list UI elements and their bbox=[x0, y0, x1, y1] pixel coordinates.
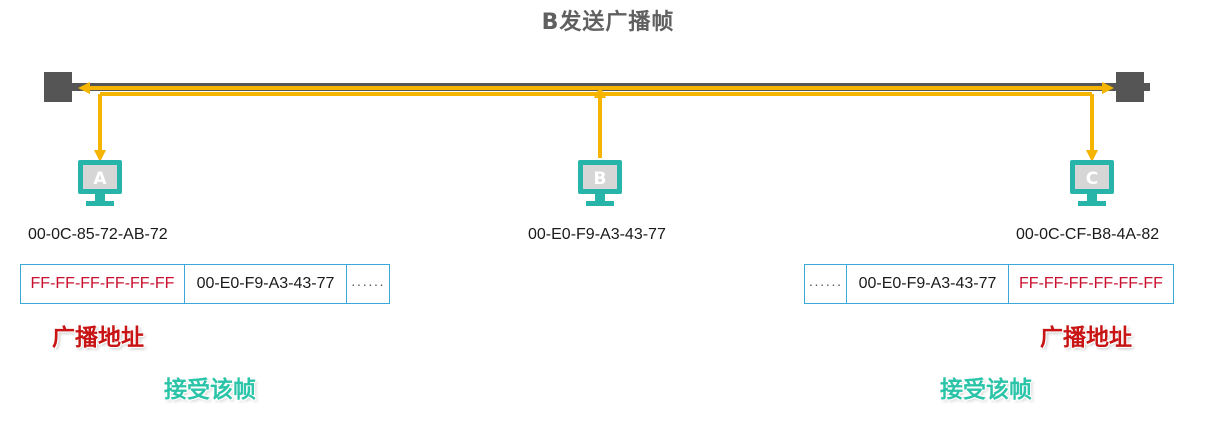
frame-a-src-address: 00-E0-F9-A3-43-77 bbox=[185, 265, 347, 303]
frame-c-src-address: 00-E0-F9-A3-43-77 bbox=[847, 265, 1009, 303]
frame-at-host-a: FF-FF-FF-FF-FF-FF 00-E0-F9-A3-43-77 ····… bbox=[20, 264, 390, 304]
host-b-letter: B bbox=[594, 169, 607, 189]
terminator-left bbox=[44, 72, 72, 102]
frame-at-host-c: ······ 00-E0-F9-A3-43-77 FF-FF-FF-FF-FF-… bbox=[804, 264, 1174, 304]
host-c-mac: 00-0C-CF-B8-4A-82 bbox=[1016, 226, 1160, 243]
host-c-monitor-icon: C bbox=[1070, 160, 1114, 206]
network-diagram: A B C bbox=[44, 72, 1150, 206]
frame-c-payload: ······ bbox=[805, 265, 847, 303]
host-c-letter: C bbox=[1086, 169, 1098, 189]
frame-a-payload: ······ bbox=[351, 276, 385, 292]
broadcast-address-label-left: 广播地址 bbox=[52, 325, 144, 351]
frame-a-dest-address: FF-FF-FF-FF-FF-FF bbox=[21, 265, 185, 303]
host-a-monitor-icon: A bbox=[78, 160, 122, 206]
broadcast-address-label-right: 广播地址 bbox=[1040, 325, 1132, 351]
host-b-monitor-icon: B bbox=[578, 160, 622, 206]
host-b-mac: 00-E0-F9-A3-43-77 bbox=[528, 226, 666, 243]
accept-frame-label-right: 接受该帧 bbox=[940, 377, 1032, 403]
signal-path bbox=[86, 86, 1106, 158]
host-a-letter: A bbox=[93, 169, 107, 189]
frame-c-dest-address: FF-FF-FF-FF-FF-FF bbox=[1019, 275, 1163, 292]
host-a-mac: 00-0C-85-72-AB-72 bbox=[28, 226, 168, 243]
terminator-right bbox=[1116, 72, 1144, 102]
accept-frame-label-left: 接受该帧 bbox=[164, 377, 256, 403]
